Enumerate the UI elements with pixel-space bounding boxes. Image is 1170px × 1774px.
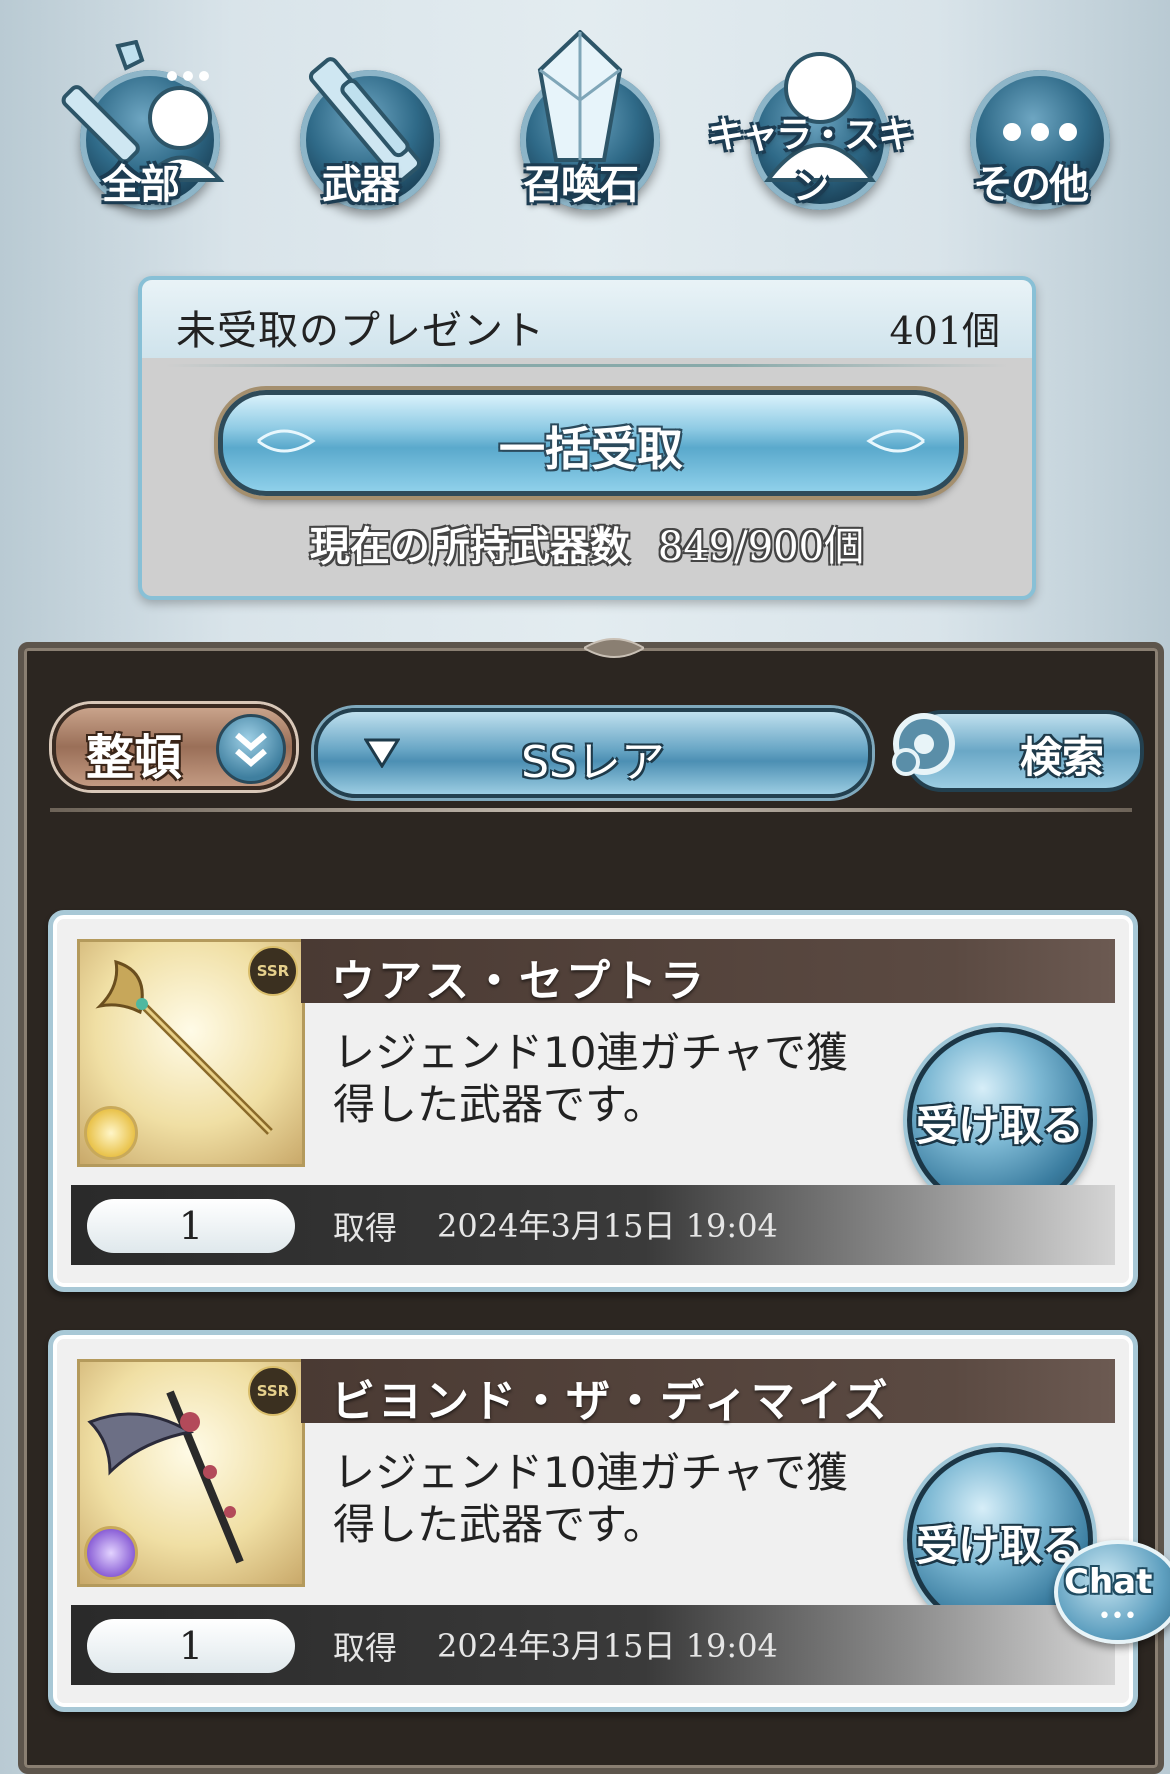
present-summary-panel: 未受取のプレゼント 401個 一括受取 現在の所持武器数 849/900個 bbox=[138, 276, 1036, 600]
sort-chevron-icon bbox=[216, 714, 286, 784]
item-description: レジェンド10連ガチャで獲得した武器です。 bbox=[333, 1448, 849, 1549]
sort-label: 整頓 bbox=[86, 730, 183, 786]
search-button[interactable]: 検索 bbox=[892, 710, 1144, 792]
receive-label: 受け取る bbox=[915, 1101, 1084, 1150]
item-quantity: 1 bbox=[87, 1619, 295, 1673]
category-weapon-button[interactable]: 武器 bbox=[260, 30, 460, 220]
bulk-receive-button[interactable]: 一括受取 bbox=[218, 390, 964, 496]
element-dark-icon bbox=[84, 1526, 138, 1580]
sort-button[interactable]: 整頓 bbox=[52, 704, 296, 790]
rarity-badge: SSR bbox=[248, 1366, 298, 1416]
category-other-label: その他 bbox=[973, 162, 1089, 208]
item-footer: 1 取得 2024年3月15日 19:04 bbox=[71, 1185, 1115, 1265]
category-summon-button[interactable]: 召喚石 bbox=[480, 30, 680, 220]
category-skin-label: キャラ・スキン bbox=[707, 115, 914, 208]
category-summon-label: 召喚石 bbox=[523, 162, 639, 208]
acquired-label: 取得 bbox=[333, 1209, 398, 1247]
category-skin-button[interactable]: キャラ・スキン bbox=[700, 30, 920, 220]
chat-dots-icon: ••• bbox=[1098, 1604, 1137, 1629]
item-quantity: 1 bbox=[87, 1199, 295, 1253]
gear-icon bbox=[892, 713, 955, 776]
item-name: ウアス・セプトラ bbox=[331, 956, 707, 1007]
present-item-card: SSR ビヨンド・ザ・ディマイズ レジェンド10連ガチャで獲得した武器です。 受… bbox=[48, 1330, 1138, 1712]
weapon-holding-status: 現在の所持武器数 849/900個 bbox=[142, 514, 1032, 572]
weapon-thumbnail[interactable]: SSR bbox=[77, 1359, 305, 1587]
present-list-frame: 整頓 SSレア 検索 SSR ウアス・セプトラ レジェンド10連ガチャで獲得した… bbox=[18, 638, 1164, 1774]
item-name-bar: ウアス・セプトラ bbox=[301, 939, 1115, 1007]
holding-label: 現在の所持武器数 bbox=[309, 524, 630, 570]
acquired-label: 取得 bbox=[333, 1629, 398, 1667]
category-tabs: 全部 武器 召喚石 キャラ・スキン その他 bbox=[40, 30, 1130, 220]
item-footer: 1 取得 2024年3月15日 19:04 bbox=[71, 1605, 1115, 1685]
toolbar-divider bbox=[50, 808, 1132, 812]
acquired-date: 2024年3月15日 19:04 bbox=[437, 1207, 778, 1245]
item-description: レジェンド10連ガチャで獲得した武器です。 bbox=[333, 1028, 849, 1129]
weapon-thumbnail[interactable]: SSR bbox=[77, 939, 305, 1167]
category-all-label: 全部 bbox=[102, 162, 180, 208]
chat-button[interactable]: Chat ••• bbox=[1054, 1540, 1170, 1644]
acquired-date: 2024年3月15日 19:04 bbox=[437, 1627, 778, 1665]
rarity-filter-value: SSレア bbox=[521, 737, 665, 788]
divider bbox=[166, 364, 1008, 367]
holding-value: 849/900個 bbox=[657, 524, 865, 570]
unreceived-title: 未受取のプレゼント bbox=[176, 308, 545, 354]
present-item-card: SSR ウアス・セプトラ レジェンド10連ガチャで獲得した武器です。 受け取る … bbox=[48, 910, 1138, 1292]
frame-ornament-icon bbox=[584, 638, 644, 658]
panel-header: 未受取のプレゼント 401個 bbox=[142, 280, 1032, 358]
element-light-icon bbox=[84, 1106, 138, 1160]
item-name: ビヨンド・ザ・ディマイズ bbox=[331, 1376, 891, 1427]
item-name-bar: ビヨンド・ザ・ディマイズ bbox=[301, 1359, 1115, 1427]
category-weapon-label: 武器 bbox=[322, 162, 400, 208]
rarity-badge: SSR bbox=[248, 946, 298, 996]
unreceived-count: 401個 bbox=[889, 309, 1000, 353]
search-label: 検索 bbox=[1019, 733, 1104, 782]
category-all-button[interactable]: 全部 bbox=[40, 30, 240, 220]
chat-label: Chat bbox=[1064, 1562, 1153, 1602]
ornament-right-icon bbox=[866, 429, 925, 453]
category-other-button[interactable]: その他 bbox=[930, 30, 1130, 220]
rarity-filter-select[interactable]: SSレア bbox=[314, 708, 872, 798]
